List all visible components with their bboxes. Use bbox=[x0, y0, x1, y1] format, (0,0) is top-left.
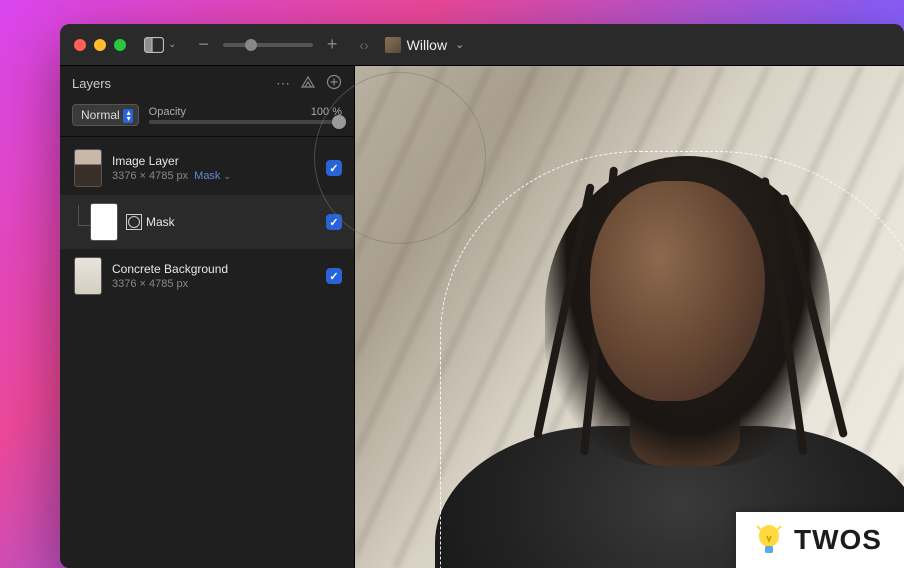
layers-panel: Layers ⋯ Normal ▴▾ bbox=[60, 66, 355, 568]
lightbulb-icon bbox=[754, 522, 784, 558]
blend-mode-select[interactable]: Normal ▴▾ bbox=[72, 104, 139, 126]
panel-options-icon[interactable]: ⋯ bbox=[276, 75, 290, 92]
add-layer-icon[interactable] bbox=[326, 74, 342, 93]
layers-panel-header: Layers ⋯ bbox=[60, 66, 354, 100]
mask-link[interactable]: Mask ⌄ bbox=[194, 170, 231, 182]
close-button[interactable] bbox=[74, 39, 86, 51]
layer-controls: Normal ▴▾ Opacity 100 % bbox=[60, 100, 354, 137]
opacity-label: Opacity bbox=[149, 106, 186, 118]
opacity-slider[interactable] bbox=[149, 120, 342, 124]
layer-row-image[interactable]: Image Layer 3376 × 4785 px Mask ⌄ ✓ bbox=[60, 141, 354, 195]
chevron-down-icon: ⌄ bbox=[455, 38, 464, 51]
layer-name: Concrete Background bbox=[112, 262, 316, 276]
layer-thumbnail bbox=[74, 149, 102, 187]
mask-icon bbox=[128, 216, 140, 228]
layer-name: Mask bbox=[128, 215, 316, 229]
watermark-text: TWOS bbox=[794, 524, 882, 556]
layer-thumbnail bbox=[74, 257, 102, 295]
zoom-controls: − + bbox=[194, 34, 341, 55]
layer-dimensions: 3376 × 4785 px bbox=[112, 278, 316, 290]
selection-outline bbox=[440, 151, 904, 568]
watermark: TWOS bbox=[736, 512, 904, 568]
select-arrows-icon: ▴▾ bbox=[127, 110, 131, 122]
app-window: ⌄ − + ‹ › Willow ⌄ Layers ⋯ bbox=[60, 24, 904, 568]
canvas[interactable] bbox=[355, 66, 904, 568]
layer-row-background[interactable]: Concrete Background 3376 × 4785 px ✓ bbox=[60, 249, 354, 303]
visibility-checkbox[interactable]: ✓ bbox=[326, 160, 342, 176]
subject-image bbox=[400, 121, 880, 568]
document-thumbnail-icon bbox=[385, 37, 401, 53]
fullscreen-button[interactable] bbox=[114, 39, 126, 51]
layer-name: Image Layer bbox=[112, 154, 316, 168]
opacity-slider-thumb[interactable] bbox=[332, 115, 346, 129]
window-controls bbox=[74, 39, 126, 51]
opacity-control: Opacity 100 % bbox=[149, 106, 342, 124]
document-name: Willow bbox=[407, 37, 447, 53]
sidebar-icon bbox=[144, 37, 164, 53]
panel-title: Layers bbox=[72, 76, 111, 91]
layer-dimensions: 3376 × 4785 px bbox=[112, 170, 188, 182]
compare-icon[interactable]: ‹ › bbox=[353, 37, 372, 53]
chevron-down-icon: ⌄ bbox=[224, 171, 232, 181]
minimize-button[interactable] bbox=[94, 39, 106, 51]
zoom-slider[interactable] bbox=[223, 43, 313, 47]
blend-mode-value: Normal bbox=[81, 108, 120, 122]
titlebar: ⌄ − + ‹ › Willow ⌄ bbox=[60, 24, 904, 66]
visibility-checkbox[interactable]: ✓ bbox=[326, 214, 342, 230]
layers-list: Image Layer 3376 × 4785 px Mask ⌄ ✓ Mask bbox=[60, 137, 354, 568]
layer-thumbnail bbox=[90, 203, 118, 241]
visibility-checkbox[interactable]: ✓ bbox=[326, 268, 342, 284]
chevron-down-icon: ⌄ bbox=[168, 39, 176, 50]
zoom-slider-thumb[interactable] bbox=[245, 39, 257, 51]
blend-icon[interactable] bbox=[300, 75, 316, 92]
zoom-out-button[interactable]: − bbox=[194, 34, 213, 55]
sidebar-toggle-button[interactable]: ⌄ bbox=[138, 33, 182, 57]
content-area: Layers ⋯ Normal ▴▾ bbox=[60, 66, 904, 568]
layer-row-mask[interactable]: Mask ✓ bbox=[60, 195, 354, 249]
zoom-in-button[interactable]: + bbox=[323, 34, 342, 55]
document-title-dropdown[interactable]: Willow ⌄ bbox=[385, 37, 465, 53]
